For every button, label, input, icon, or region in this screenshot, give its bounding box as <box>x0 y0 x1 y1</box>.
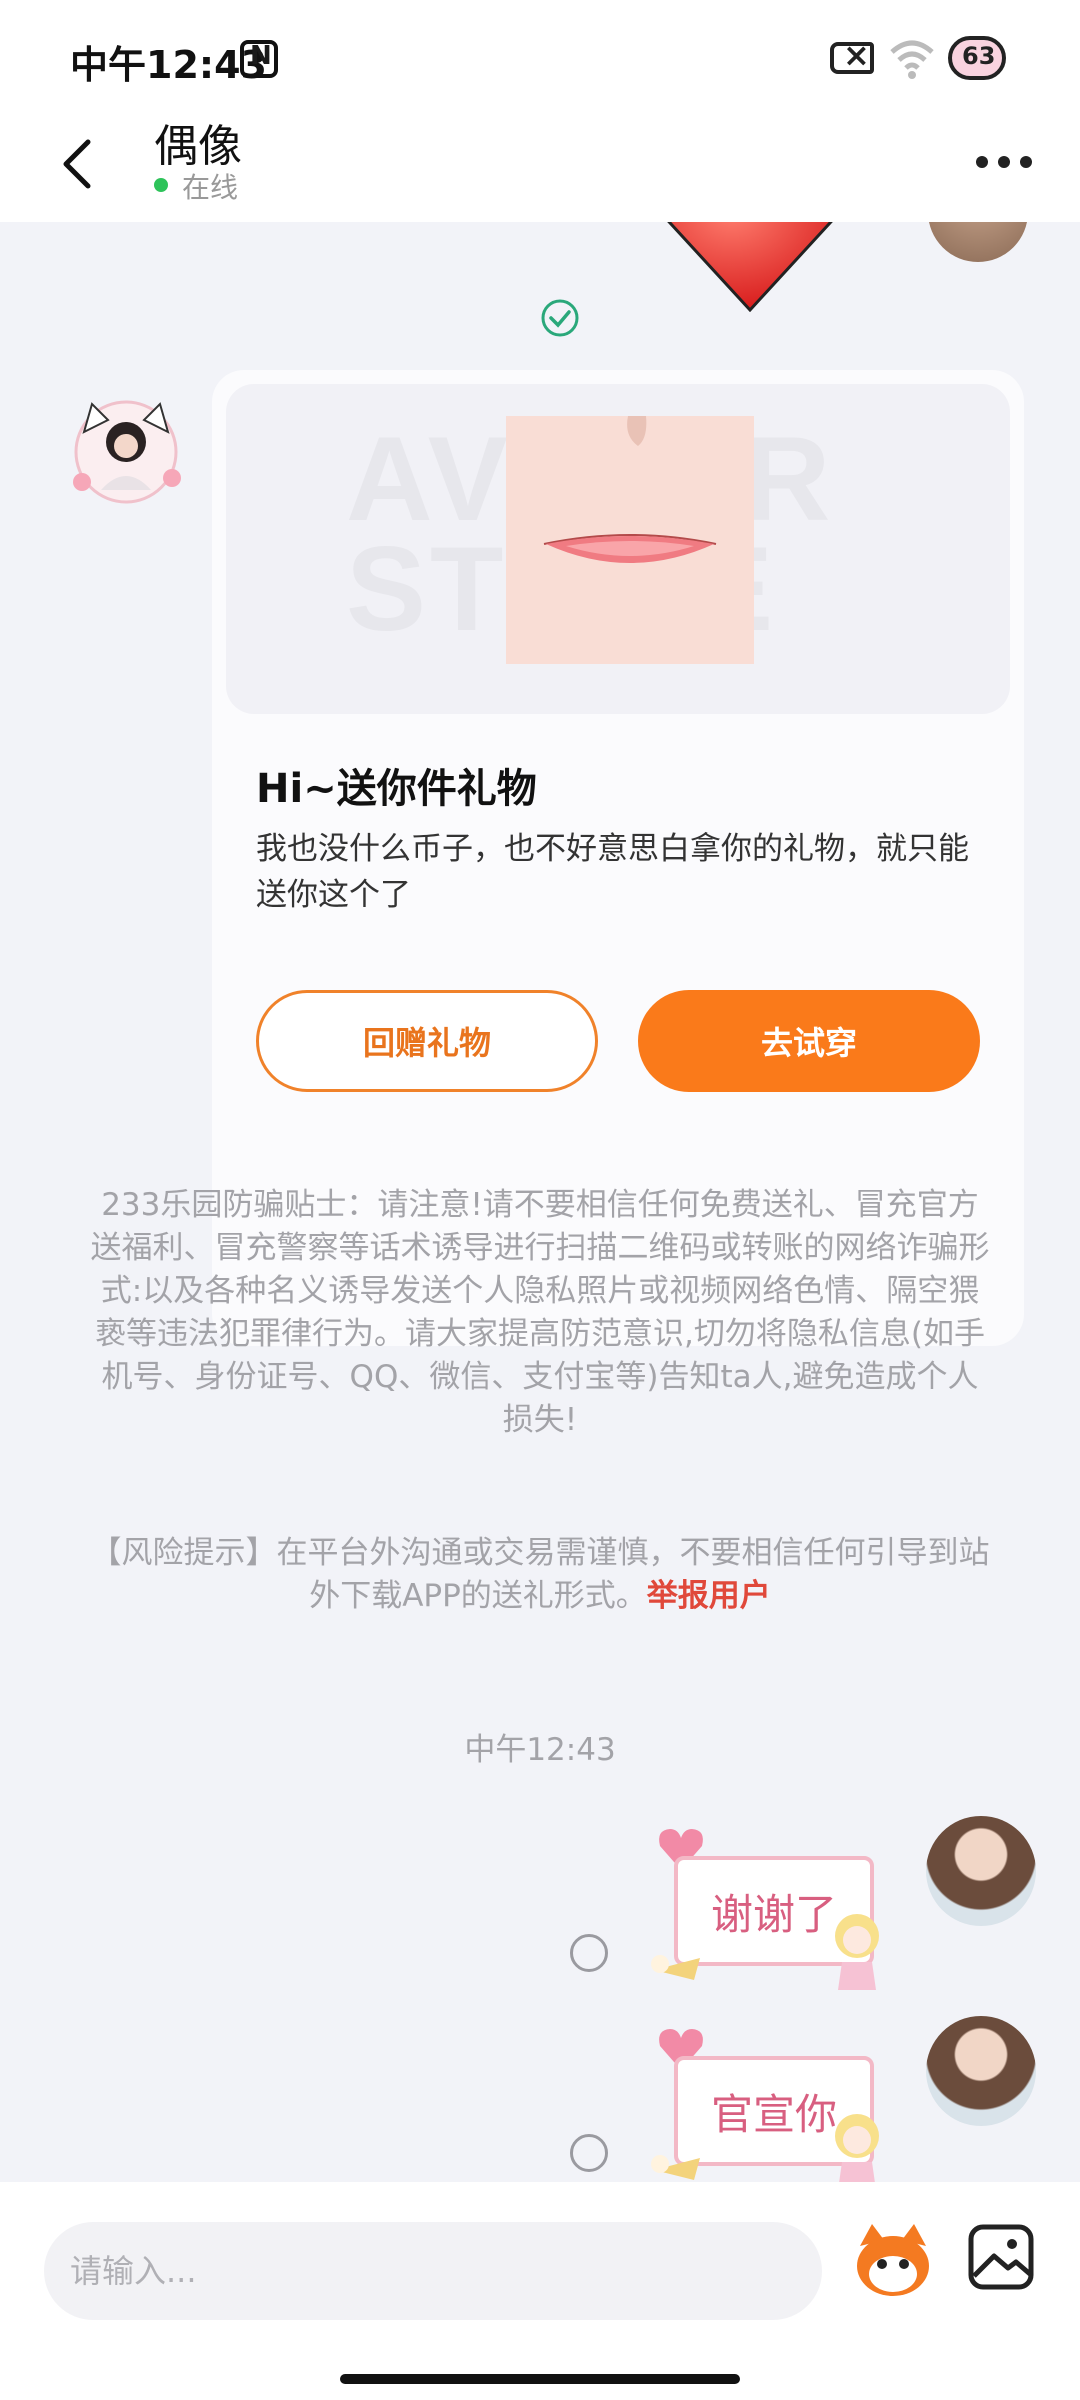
chibi-girl-icon <box>835 1914 879 1990</box>
risk-notice: 【风险提示】在平台外沟通或交易需谨慎，不要相信任何引导到站外下载APP的送礼形式… <box>90 1532 990 1618</box>
status-bar: 中午12:43 63 <box>0 0 1080 110</box>
sender-avatar[interactable] <box>56 382 190 516</box>
nfc-icon <box>240 40 278 78</box>
input-bar <box>0 2182 1080 2400</box>
battery-level: 63 <box>962 42 996 70</box>
chat-area[interactable]: AVATAR STORE Hi~送你件礼物 我也没什么币子，也不好意思白拿你的礼… <box>0 222 1080 2182</box>
gift-description: 我也没什么币子，也不好意思白拿你的礼物，就只能送你这个了 <box>256 831 969 913</box>
chibi-girl-icon <box>835 2114 879 2182</box>
my-avatar[interactable] <box>926 1816 1036 1926</box>
sticker-message[interactable]: 谢谢了 <box>651 1826 896 1996</box>
message-status-icon <box>570 2134 608 2172</box>
anti-fraud-notice: 233乐园防骗贴士：请注意!请不要相信任何免费送礼、冒充官方送福利、冒充警察等话… <box>90 1187 990 1438</box>
message-status-icon <box>570 1934 608 1972</box>
message-input[interactable] <box>44 2222 822 2320</box>
gift-title: Hi~送你件礼物 <box>256 766 537 812</box>
read-check-icon <box>541 299 579 337</box>
back-arrow-icon[interactable] <box>56 136 100 192</box>
heart-sticker <box>667 222 833 312</box>
ice-cream-icon <box>651 1955 700 1980</box>
status-time: 中午12:43 <box>70 43 267 87</box>
return-gift-button[interactable]: 回赠礼物 <box>256 990 598 1092</box>
home-indicator[interactable] <box>340 2374 740 2384</box>
no-sim-icon <box>830 36 874 74</box>
chat-title: 偶像 <box>154 121 242 172</box>
gift-preview[interactable]: AVATAR STORE <box>226 384 1010 714</box>
image-picker-icon[interactable] <box>966 2222 1036 2292</box>
online-status: 在线 <box>182 171 239 204</box>
risk-text: 【风险提示】在平台外沟通或交易需谨慎，不要相信任何引导到站外下载APP的送礼形式… <box>90 1535 990 1614</box>
mascot-emoji-icon[interactable] <box>850 2216 936 2302</box>
chat-header: 偶像 在线 <box>0 110 1080 222</box>
try-on-button[interactable]: 去试穿 <box>638 990 980 1092</box>
more-options-icon[interactable] <box>976 156 1032 170</box>
online-indicator <box>154 178 168 192</box>
ice-cream-icon <box>651 2155 700 2180</box>
wifi-icon <box>890 40 934 79</box>
my-avatar[interactable] <box>926 2016 1036 2126</box>
message-timestamp: 中午12:43 <box>464 1732 616 1768</box>
battery-icon: 63 <box>948 36 1006 80</box>
gift-item-image <box>506 416 754 664</box>
my-avatar[interactable] <box>928 222 1028 262</box>
sticker-message[interactable]: 官宣你 <box>651 2026 896 2182</box>
report-user-link[interactable]: 举报用户 <box>647 1578 771 1614</box>
